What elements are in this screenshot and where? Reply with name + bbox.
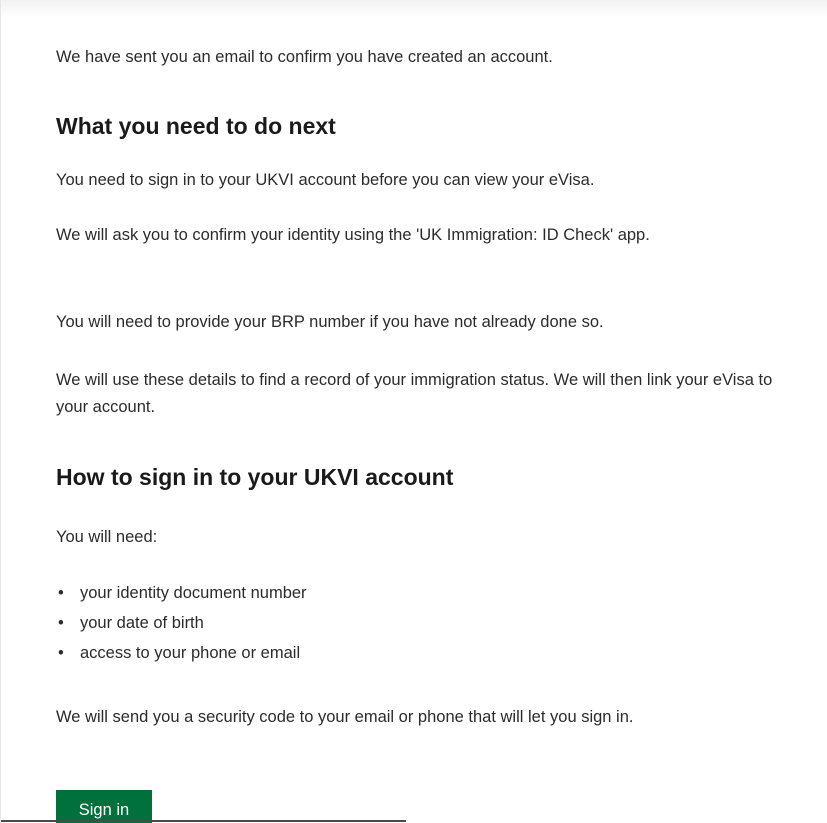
confirmation-page: We have sent you an email to confirm you… [0,0,827,823]
next-steps-heading: What you need to do next [56,113,336,139]
top-strip [1,0,827,18]
list-item: access to your phone or email [58,638,307,668]
list-item: your identity document number [58,578,307,608]
signin-heading: How to sign in to your UKVI account [56,464,454,490]
next-paragraph-4: We will use these details to find a reco… [56,371,773,416]
need-intro: You will need: [56,528,158,546]
confirmation-message: We have sent you an email to confirm you… [56,48,553,66]
next-paragraph-3: You will need to provide your BRP number… [56,313,604,331]
sign-in-button[interactable]: Sign in [56,790,152,823]
security-code-paragraph: We will send you a security code to your… [56,708,634,726]
requirements-list: your identity document number your date … [56,578,307,668]
next-paragraph-2: We will ask you to confirm your identity… [56,226,650,244]
list-item: your date of birth [58,608,307,638]
next-paragraph-1: You need to sign in to your UKVI account… [56,171,595,189]
divider [1,820,406,822]
